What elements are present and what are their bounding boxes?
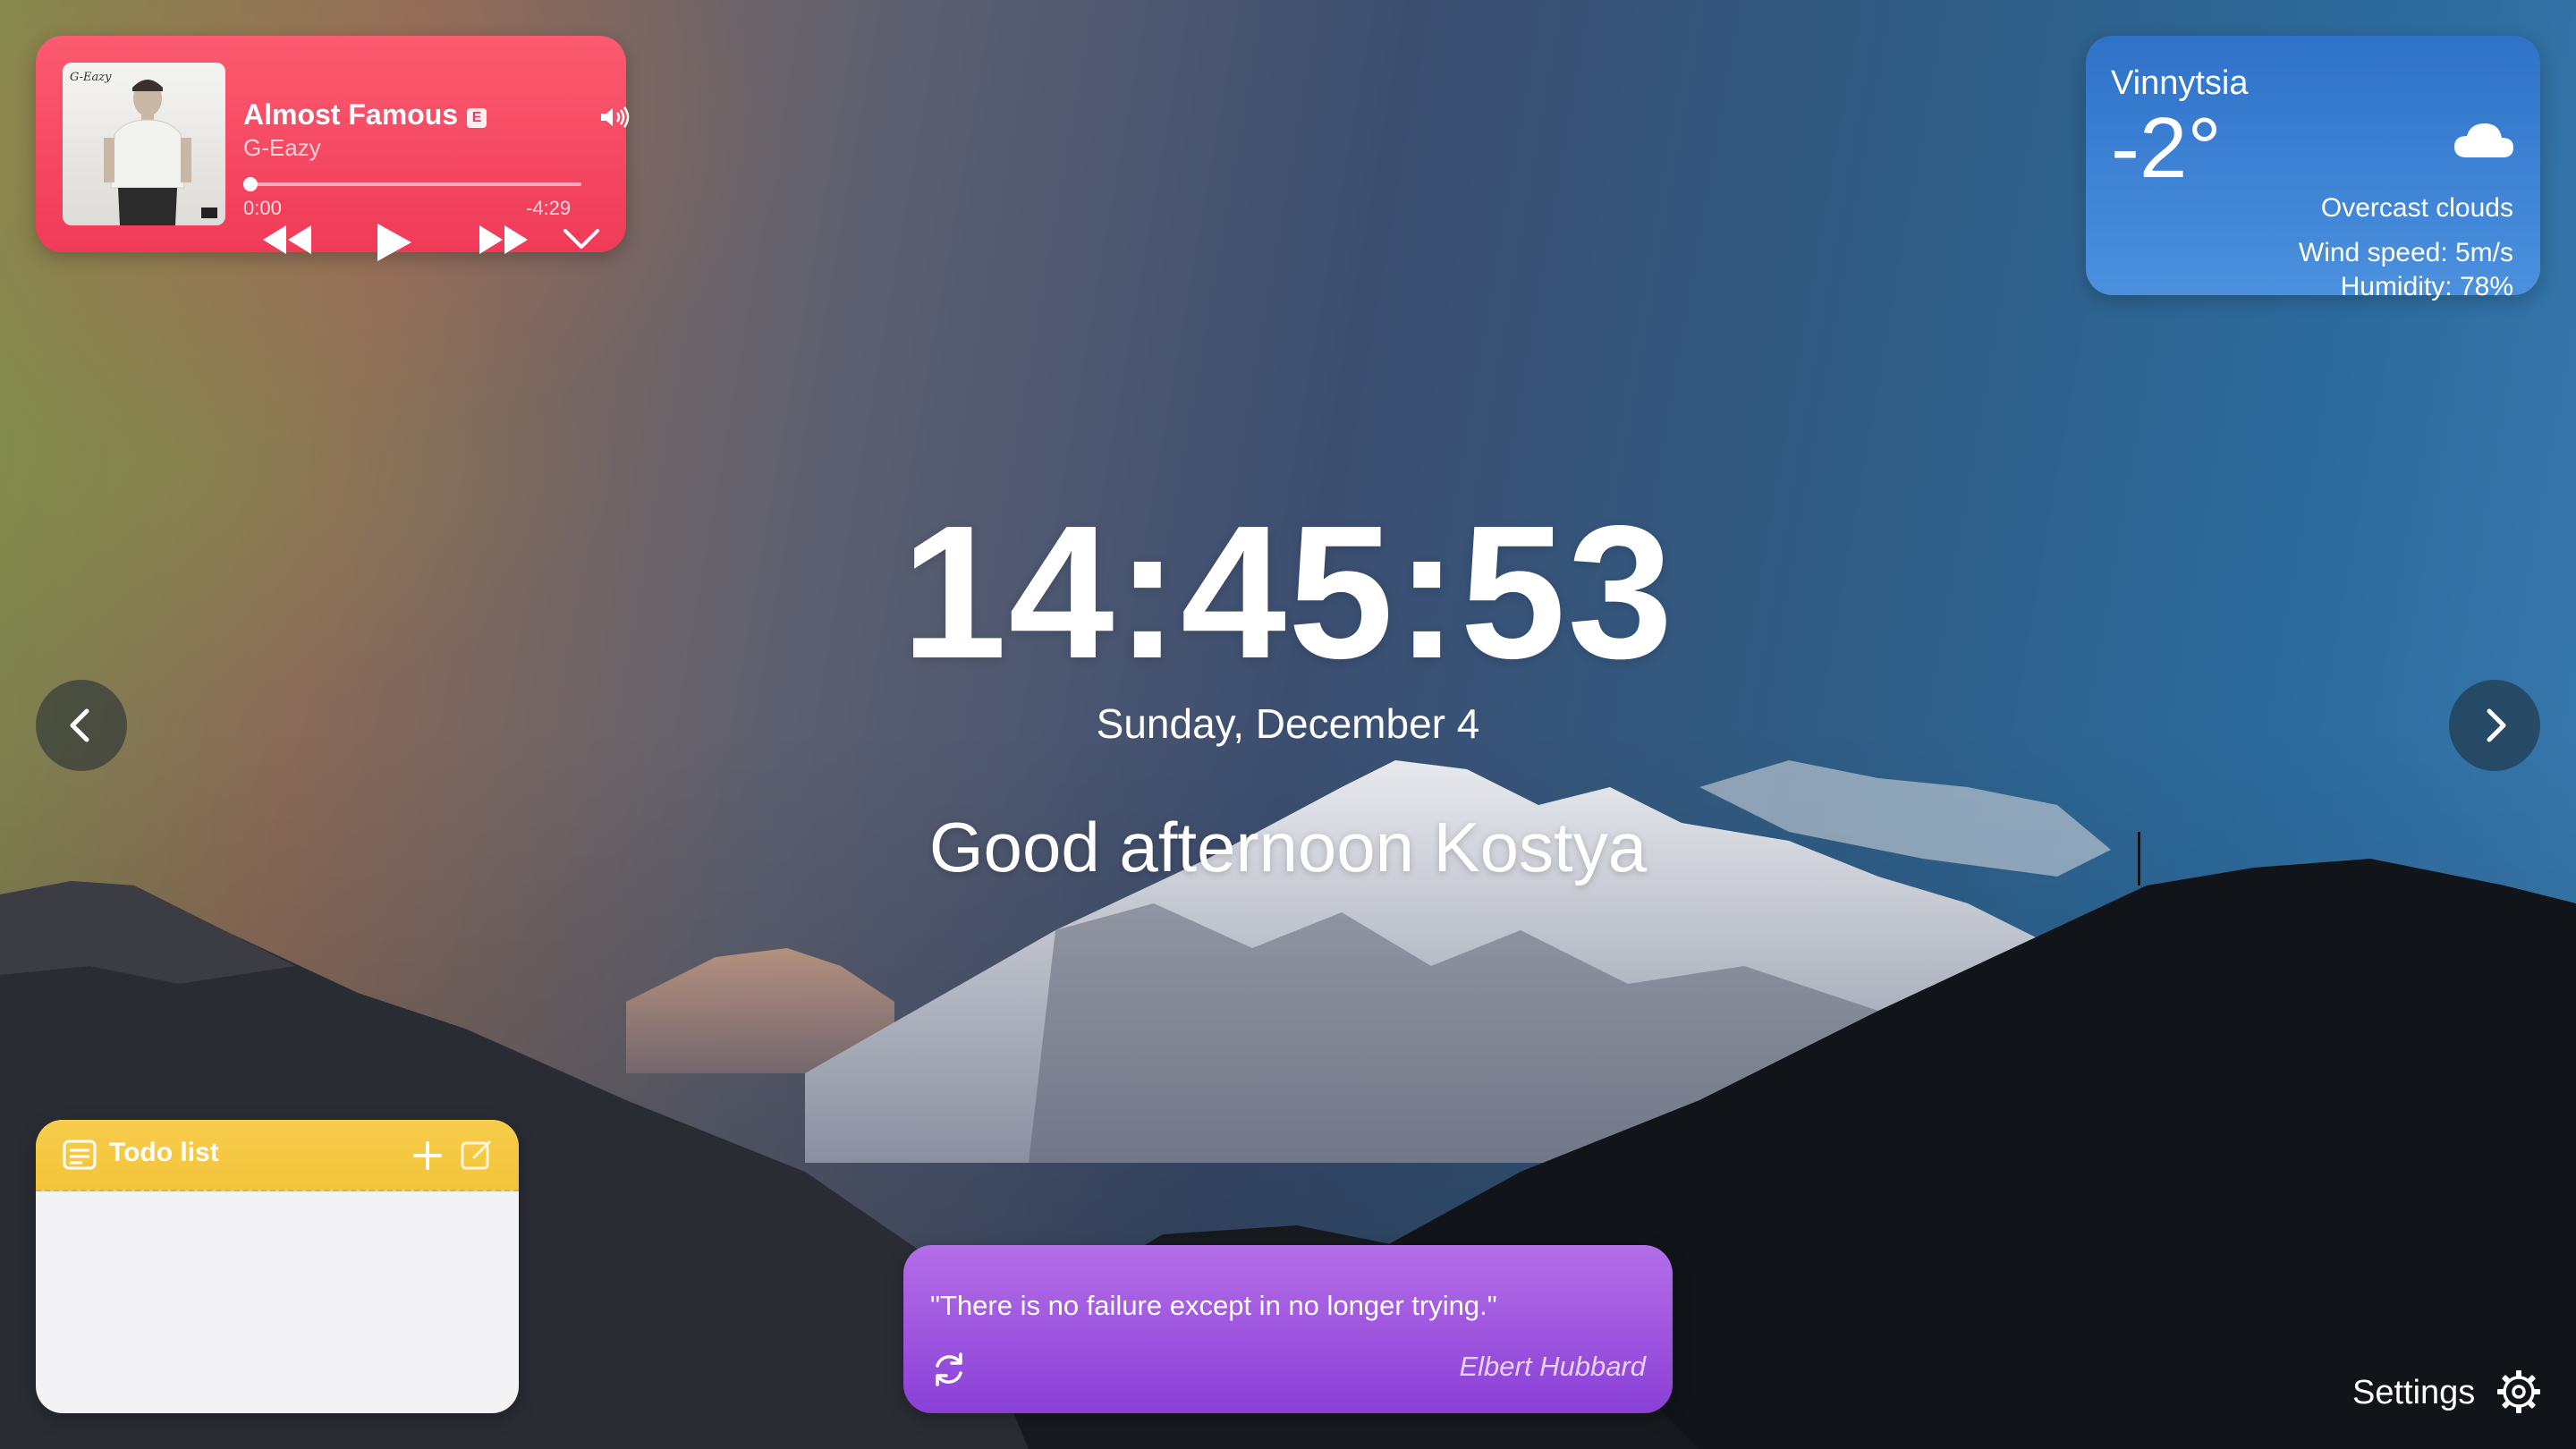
artist-name: G-Eazy [243, 134, 321, 161]
weather-temperature: -2° [2111, 100, 2222, 196]
prev-button[interactable] [36, 680, 127, 771]
quote-text: "There is no failure except in no longer… [930, 1290, 1497, 1321]
music-player-widget: G-Eazy Almost Famous E G-Eazy 0:00 -4:29 [36, 36, 630, 261]
todo-title: Todo list [109, 1138, 219, 1167]
next-button[interactable] [2449, 680, 2540, 771]
svg-text:G-Eazy: G-Eazy [70, 71, 112, 84]
weather-humidity: Humidity: 78% [2340, 272, 2513, 301]
album-cover: G-Eazy [63, 63, 225, 225]
todo-list-body[interactable] [36, 1191, 519, 1413]
gear-icon [2496, 1368, 2542, 1419]
cloud-icon [2453, 118, 2515, 164]
song-title: Almost Famous E [243, 98, 487, 131]
weather-wind: Wind speed: 5m/s [2298, 238, 2513, 267]
weather-widget: Vinnytsia -2° Overcast clouds Wind speed… [2086, 36, 2540, 301]
note-icon [63, 1140, 97, 1174]
explicit-badge: E [467, 108, 487, 128]
chevron-down-icon[interactable] [562, 225, 601, 257]
refresh-icon[interactable] [930, 1351, 968, 1393]
weather-description: Overcast clouds [2320, 193, 2513, 223]
play-icon[interactable] [374, 222, 413, 267]
quote-widget: "There is no failure except in no longer… [903, 1245, 1673, 1413]
settings-label: Settings [2352, 1374, 2476, 1411]
rewind-icon[interactable] [259, 222, 313, 262]
clock-time: 14:45:53 [901, 486, 1675, 698]
progress-track[interactable] [243, 182, 581, 186]
quote-author: Elbert Hubbard [1459, 1351, 1646, 1382]
edit-icon[interactable] [460, 1138, 494, 1176]
desktop-background: G-Eazy Almost Famous E G-Eazy 0:00 -4:29… [0, 0, 2576, 1449]
weather-city: Vinnytsia [2111, 64, 2249, 102]
current-time: 0:00 [243, 197, 282, 219]
song-title-text: Almost Famous [243, 98, 459, 131]
remaining-time: -4:29 [526, 197, 572, 219]
progress-knob[interactable] [243, 177, 258, 191]
fast-forward-icon[interactable] [478, 222, 531, 262]
volume-icon[interactable] [599, 106, 631, 133]
todo-header: Todo list [36, 1120, 519, 1191]
chevron-left-icon [70, 708, 89, 742]
add-icon[interactable] [411, 1140, 444, 1176]
todo-widget: Todo list [36, 1120, 519, 1413]
greeting-text: Good afternoon Kostya [928, 808, 1648, 886]
clock-date: Sunday, December 4 [1096, 700, 1480, 747]
chevron-right-icon [2487, 708, 2506, 742]
